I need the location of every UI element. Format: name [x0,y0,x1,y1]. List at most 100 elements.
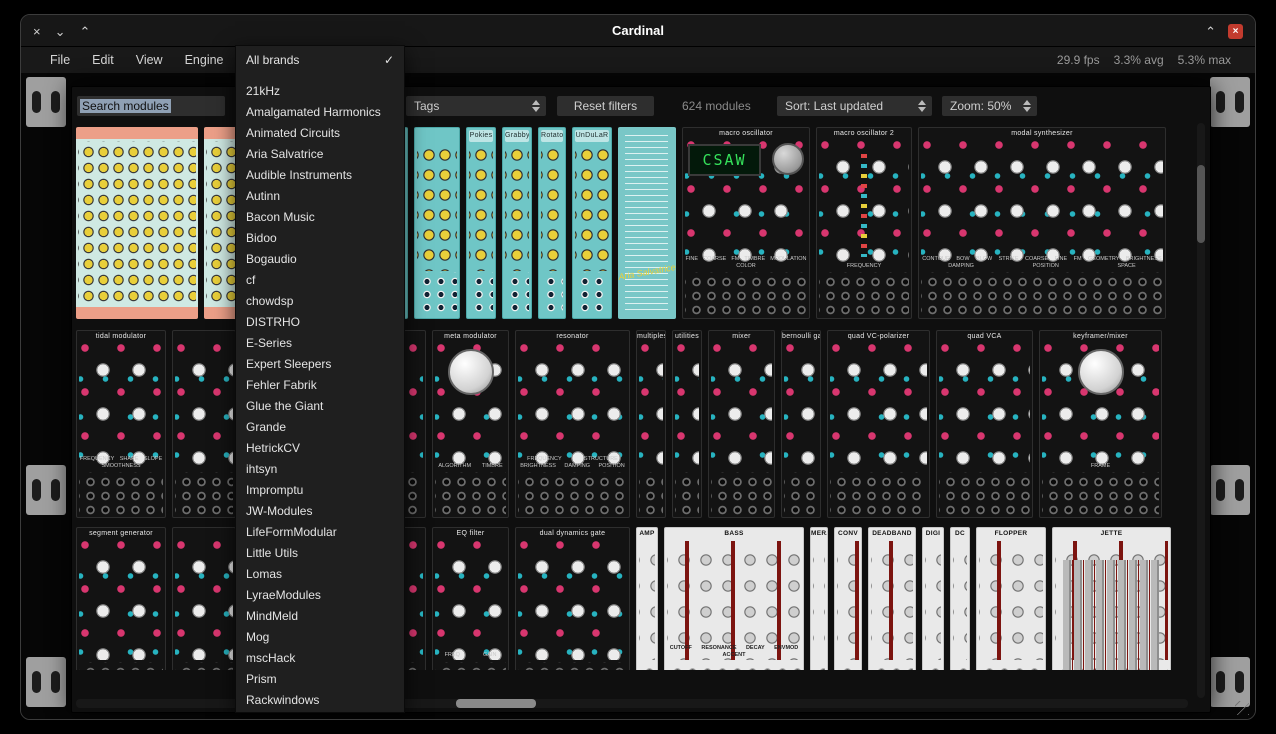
module-card-keyframer-mixer[interactable]: keyframer/mixerFRAME [1039,330,1162,518]
brand-menu-item-prism[interactable]: Prism [236,669,404,690]
module-card-modal-synthesizer[interactable]: modal synthesizerCONTOURBOWBLOWSTRIKECOA… [918,127,1166,319]
menu-item-edit[interactable]: Edit [81,47,125,73]
module-jack-row [667,662,801,670]
tags-filter-select[interactable]: Tags [406,96,546,116]
brand-menu-item-ihtsyn[interactable]: ihtsyn [236,459,404,480]
module-card-mera[interactable]: MERA [810,527,828,670]
module-card-flopper[interactable]: FLOPPER [976,527,1046,670]
brand-menu-item-lyraemodules[interactable]: LyraeModules [236,585,404,606]
module-card-utilities[interactable]: utilities [672,330,702,518]
title-bar[interactable]: × ⌄ ⌃ Cardinal ⌃ × [21,15,1255,47]
brand-menu-item-bidoo[interactable]: Bidoo [236,228,404,249]
module-card-unnamed[interactable] [172,527,236,670]
brand-menu-item-animated-circuits[interactable]: Animated Circuits [236,123,404,144]
brand-menu-item-chowdsp[interactable]: chowdsp [236,291,404,312]
brand-menu-item-grande[interactable]: Grande [236,417,404,438]
brand-menu-item-expert-sleepers[interactable]: Expert Sleepers [236,354,404,375]
brand-menu-item-rackwindows[interactable]: Rackwindows [236,690,404,711]
menu-item-engine[interactable]: Engine [174,47,235,73]
module-jack-row [639,662,655,670]
module-card-bernoulli-gate[interactable]: bernoulli gate [781,330,821,518]
brand-menu-item-little-utils[interactable]: Little Utils [236,543,404,564]
module-card-bass[interactable]: BASSCUTOFFRESONANCEDECAYENVMODACCENT [664,527,804,670]
module-panel-art [575,141,609,271]
brand-menu-item-glue-the-giant[interactable]: Glue the Giant [236,396,404,417]
module-title: quad VC-polarizer [828,331,929,343]
menu-item-view[interactable]: View [125,47,174,73]
module-jack-row [953,662,967,670]
brand-menu-item-mschack[interactable]: mscHack [236,648,404,669]
module-jack-row [469,272,493,316]
brand-menu-item-audible-instruments[interactable]: Audible Instruments [236,165,404,186]
brand-menu-item-mindmeld[interactable]: MindMeld [236,606,404,627]
module-card-mixer[interactable]: mixer [708,330,775,518]
brand-menu-item-e-series[interactable]: E-Series [236,333,404,354]
chevron-up-icon[interactable]: ⌃ [1205,25,1216,38]
module-card-quad-vca[interactable]: quad VCA [936,330,1033,518]
brand-menu-item-bogaudio[interactable]: Bogaudio [236,249,404,270]
module-title: utilities [673,331,701,343]
brand-dropdown-menu: All brands ✓ 21kHzAmalgamated HarmonicsA… [235,45,405,713]
module-card-macro-oscillator-2[interactable]: macro oscillator 2FREQUENCY [816,127,912,319]
brand-menu-item-amalgamated-harmonics[interactable]: Amalgamated Harmonics [236,102,404,123]
brand-menu-item-mog[interactable]: Mog [236,627,404,648]
vertical-scrollbar-thumb[interactable] [1197,165,1205,243]
brand-menu-item-cf[interactable]: cf [236,270,404,291]
reset-filters-button[interactable]: Reset filters [557,96,654,116]
brand-menu-item-fehler-fabrik[interactable]: Fehler Fabrik [236,375,404,396]
module-card-rotatoes[interactable]: Rotatoes [538,127,566,319]
brand-menu-item-bacon-music[interactable]: Bacon Music [236,207,404,228]
module-title: resonator [516,331,629,343]
brand-menu-item-jw-modules[interactable]: JW-Modules [236,501,404,522]
module-card-conv[interactable]: CONV [834,527,862,670]
brand-menu-item-lifeformmodular[interactable]: LifeFormModular [236,522,404,543]
module-jack-row [1042,472,1159,515]
module-card-meta-modulator[interactable]: meta modulatorALGORITHMTIMBRE [432,330,509,518]
module-card-amp[interactable]: AMP [636,527,658,670]
module-card-dual-dynamics-gate[interactable]: dual dynamics gate [515,527,630,670]
module-card-dc[interactable]: DC [950,527,970,670]
module-card-quad-vc-polarizer[interactable]: quad VC-polarizer [827,330,930,518]
param-label: GEOMETRY [1088,256,1119,262]
zoom-select[interactable]: Zoom: 50% [942,96,1037,116]
module-card-eq-filter[interactable]: EQ filterFREQGAIN [432,527,509,670]
param-label: BLOW [976,256,992,262]
brand-menu-item-autinn[interactable]: Autinn [236,186,404,207]
module-card-grabby[interactable]: Grabby [502,127,532,319]
module-panel-art [837,541,859,660]
app-badge-icon[interactable]: × [1228,24,1243,39]
menu-item-file[interactable]: File [39,47,81,73]
param-label: TIMBRE [482,463,503,469]
module-card-macro-oscillator[interactable]: macro oscillatorCSAWFINECOARSEFMTIMBREMO… [682,127,810,319]
module-card-pokies[interactable]: Pokies [466,127,496,319]
module-card-tidal-modulator[interactable]: tidal modulatorFREQUENCYSHAPESLOPESMOOTH… [76,330,166,518]
brand-menu-item-21khz[interactable]: 21kHz [236,81,404,102]
horizontal-scrollbar-thumb[interactable] [456,699,536,708]
vertical-scrollbar[interactable] [1197,123,1205,698]
module-card-unnamed[interactable] [172,330,236,518]
module-card-deadband[interactable]: DEADBAND [868,527,916,670]
resize-grip[interactable] [1235,701,1249,715]
param-label: DAMPING [564,463,590,469]
module-card-segment-generator[interactable]: segment generator [76,527,166,670]
perf-stat: 29.9 fps [1057,53,1100,67]
module-card-digi[interactable]: DIGI [922,527,944,670]
search-input[interactable]: Search modules [77,96,225,116]
module-jack-row [518,662,627,670]
brand-menu-item-all-brands[interactable]: All brands ✓ [236,50,404,71]
brand-menu-item-impromptu[interactable]: Impromptu [236,480,404,501]
brand-menu-item-lomas[interactable]: Lomas [236,564,404,585]
module-panel-art [871,541,913,660]
brand-menu-item-distrho[interactable]: DISTRHO [236,312,404,333]
param-label: ALGORITHM [438,463,471,469]
module-card-resonator[interactable]: resonatorFREQUENCYSTRUCTUREBRIGHTNESSDAM… [515,330,630,518]
module-card-multiples[interactable]: multiples [636,330,666,518]
module-card-jette[interactable]: JETTE [1052,527,1171,670]
brand-menu-item-aria-salvatrice[interactable]: Aria Salvatrice [236,144,404,165]
sort-select[interactable]: Sort: Last updated [777,96,932,116]
module-card-unnamed[interactable] [414,127,460,319]
module-card-unnamed[interactable] [76,127,198,319]
module-card-aria-salvatrice[interactable]: Aria Salvatrice [618,127,676,319]
brand-menu-item-hetrickcv[interactable]: HetrickCV [236,438,404,459]
module-card-undular[interactable]: UnDuLaR [572,127,612,319]
